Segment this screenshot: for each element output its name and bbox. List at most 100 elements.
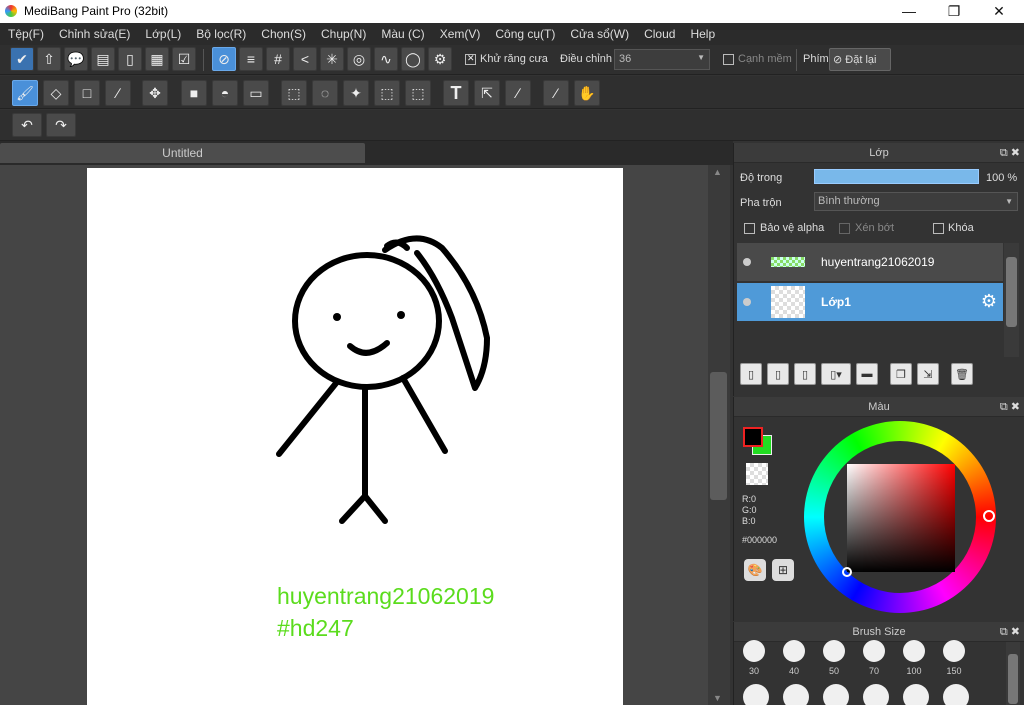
select-pen-icon[interactable]: ⬚: [374, 80, 400, 106]
blend-mode-dropdown[interactable]: Bình thường ▼: [814, 192, 1018, 211]
gradient-tool-icon[interactable]: ▭: [243, 80, 269, 106]
brush-size-next-row[interactable]: [823, 684, 849, 705]
color-marker[interactable]: [842, 567, 852, 577]
brush-size-150[interactable]: [943, 640, 965, 662]
cloud-save-icon[interactable]: ✔: [10, 47, 34, 71]
document-tab[interactable]: Untitled: [0, 143, 365, 163]
adjust-dropdown[interactable]: 36 ▼: [614, 49, 710, 70]
menu-edit[interactable]: Chỉnh sửa(E): [59, 27, 130, 41]
menu-select[interactable]: Chọn(S): [261, 27, 306, 41]
grid-snap-icon[interactable]: #: [266, 47, 290, 71]
brush-size-40[interactable]: [783, 640, 805, 662]
menu-filter[interactable]: Bộ lọc(R): [196, 27, 246, 41]
rectangle-tool-icon[interactable]: □: [74, 80, 100, 106]
brush-size-70[interactable]: [863, 640, 885, 662]
snap-off-icon[interactable]: ⊘: [212, 47, 236, 71]
layer-scrollbar[interactable]: [1004, 243, 1019, 357]
menu-cloud[interactable]: Cloud: [644, 27, 675, 41]
new-layer-icon[interactable]: ▯: [740, 363, 762, 385]
circle-snap-icon[interactable]: ◯: [401, 47, 425, 71]
brush-size-30[interactable]: [743, 640, 765, 662]
brush-size-next-row[interactable]: [863, 684, 889, 705]
redo-icon[interactable]: ↷: [46, 113, 76, 137]
transparent-color-swatch[interactable]: [746, 463, 768, 485]
menu-view[interactable]: Xem(V): [440, 27, 481, 41]
dot-brush-icon[interactable]: ∕: [105, 80, 131, 106]
folder-icon[interactable]: ▬: [856, 363, 878, 385]
visibility-icon[interactable]: [743, 298, 751, 306]
perspective-snap-icon[interactable]: <: [293, 47, 317, 71]
close-icon[interactable]: ✖: [1011, 401, 1020, 413]
eyedropper-icon[interactable]: ⁄: [543, 80, 569, 106]
curve-snap-icon[interactable]: ∿: [374, 47, 398, 71]
delete-layer-icon[interactable]: 🗑: [951, 363, 973, 385]
radial-snap-icon[interactable]: ✳: [320, 47, 344, 71]
panel-layout-icon[interactable]: ▦: [145, 47, 169, 71]
share-icon[interactable]: ⇧: [37, 47, 61, 71]
checklist-icon[interactable]: ☑: [172, 47, 196, 71]
brush-size-next-row[interactable]: [783, 684, 809, 705]
brush-size-next-row[interactable]: [903, 684, 929, 705]
comment-icon[interactable]: ▤: [91, 47, 115, 71]
add-layer-menu-icon[interactable]: ▯▾: [821, 363, 851, 385]
primary-color-swatch[interactable]: [743, 427, 763, 447]
clipping-checkbox[interactable]: [839, 223, 850, 234]
popout-icon[interactable]: ⧉: [1000, 147, 1008, 159]
new-halftone-layer-icon[interactable]: ▯: [767, 363, 789, 385]
brush-size-next-row[interactable]: [943, 684, 969, 705]
parallel-snap-icon[interactable]: ≡: [239, 47, 263, 71]
protect-alpha-checkbox[interactable]: [744, 223, 755, 234]
opacity-slider[interactable]: [814, 169, 979, 184]
menu-layer[interactable]: Lớp(L): [145, 27, 181, 41]
hue-marker[interactable]: [983, 510, 995, 522]
reset-button[interactable]: ⊘ Đặt lại: [829, 48, 891, 71]
popout-icon[interactable]: ⧉: [1000, 401, 1008, 413]
snap-settings-icon[interactable]: ⚙: [428, 47, 452, 71]
antialias-checkbox[interactable]: [465, 53, 476, 65]
close-icon[interactable]: ✖: [1011, 626, 1020, 638]
hand-tool-icon[interactable]: ✋: [574, 80, 600, 106]
layer-row[interactable]: huyentrang21062019: [737, 243, 1003, 281]
hue-wheel[interactable]: [804, 421, 996, 613]
brush-size-100[interactable]: [903, 640, 925, 662]
eraser-tool-icon[interactable]: ◇: [43, 80, 69, 106]
menu-color[interactable]: Màu (C): [381, 27, 424, 41]
select-rect-icon[interactable]: ⬚: [281, 80, 307, 106]
close-button[interactable]: ✕: [976, 0, 1022, 23]
brush-size-next-row[interactable]: [743, 684, 769, 705]
bucket-tool-icon[interactable]: ◓: [212, 80, 238, 106]
scroll-thumb[interactable]: [710, 372, 727, 500]
lasso-tool-icon[interactable]: ◌: [312, 80, 338, 106]
select-eraser-icon[interactable]: ⬚: [405, 80, 431, 106]
popout-icon[interactable]: ⧉: [1000, 626, 1008, 638]
soft-edge-checkbox[interactable]: [723, 54, 734, 65]
operation-tool-icon[interactable]: ⇱: [474, 80, 500, 106]
drawing-canvas[interactable]: huyentrang21062019 #hd247: [87, 168, 623, 705]
close-icon[interactable]: ✖: [1011, 147, 1020, 159]
color-history-icon[interactable]: ⊞: [772, 559, 794, 581]
undo-icon[interactable]: ↶: [12, 113, 42, 137]
duplicate-layer-icon[interactable]: ❐: [890, 363, 912, 385]
gear-icon[interactable]: ⚙: [981, 291, 997, 312]
scroll-down-icon[interactable]: ▼: [713, 693, 722, 703]
lock-checkbox[interactable]: [933, 223, 944, 234]
speech-bubble-icon[interactable]: 💬: [64, 47, 88, 71]
minimize-button[interactable]: —: [886, 0, 932, 23]
text-tool-icon[interactable]: T: [443, 80, 469, 106]
concentric-snap-icon[interactable]: ◎: [347, 47, 371, 71]
brush-tool-icon[interactable]: 🖌: [12, 80, 38, 106]
palette-icon[interactable]: 🎨: [744, 559, 766, 581]
maximize-button[interactable]: ❐: [931, 0, 977, 23]
divide-tool-icon[interactable]: ∕: [505, 80, 531, 106]
brush-size-50[interactable]: [823, 640, 845, 662]
brush-scrollbar[interactable]: [1006, 642, 1020, 705]
fill-rect-icon[interactable]: ■: [181, 80, 207, 106]
menu-help[interactable]: Help: [690, 27, 715, 41]
merge-down-icon[interactable]: ⇲: [917, 363, 939, 385]
visibility-icon[interactable]: [743, 258, 751, 266]
vertical-scrollbar[interactable]: ▲ ▼: [708, 165, 730, 705]
new-8bit-layer-icon[interactable]: ▯: [794, 363, 816, 385]
move-tool-icon[interactable]: ✥: [142, 80, 168, 106]
menu-tools[interactable]: Công cụ(T): [495, 27, 555, 41]
page-icon[interactable]: ▯: [118, 47, 142, 71]
